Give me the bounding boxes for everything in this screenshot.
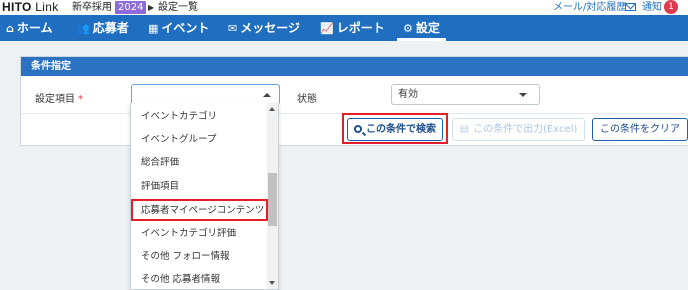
setting-item-dropdown[interactable]: イベントカテゴリ イベントグループ 総合評価 評価項目 応募者マイページコンテン… <box>130 103 279 290</box>
required-mark: * <box>78 94 83 105</box>
export-excel-button[interactable]: ▤ この条件で出力(Excel) <box>452 118 585 141</box>
app-logo[interactable]: HITO Link <box>2 0 59 15</box>
mail-icon[interactable] <box>625 3 636 11</box>
search-button-highlight <box>342 113 448 144</box>
status-select[interactable]: 有効 <box>391 84 540 105</box>
users-icon: 👥 <box>76 22 90 35</box>
nav-applicants[interactable]: 👥 応募者 <box>76 15 129 41</box>
status-label: 状態 <box>297 94 317 105</box>
nav-settings[interactable]: ⚙ 設定 <box>397 15 446 41</box>
nav-messages[interactable]: ✉ メッセージ <box>228 15 300 41</box>
scroll-thumb[interactable] <box>268 173 277 226</box>
scroll-down-icon[interactable] <box>269 281 275 285</box>
chevron-down-icon <box>519 93 527 97</box>
year-badge[interactable]: 2024 <box>115 1 147 14</box>
home-icon: ⌂ <box>6 22 14 35</box>
chart-icon: 📈 <box>320 22 334 35</box>
dropdown-option[interactable]: イベントカテゴリ評価 <box>131 222 268 245</box>
clear-button[interactable]: この条件をクリア <box>592 118 688 141</box>
gear-icon: ⚙ <box>403 22 413 35</box>
envelope-icon: ✉ <box>228 22 238 35</box>
main-nav: ⌂ ホーム 👥 応募者 ▦ イベント ✉ メッセージ 📈 レポート ⚙ 設定 <box>0 15 688 41</box>
breadcrumb-arrow-icon: ▶ <box>148 3 155 12</box>
top-header: HITO Link 新卒採用 2024 ▶ 設定一覧 メール/対応履歴 通知 1 <box>0 0 688 15</box>
scroll-up-icon[interactable] <box>269 107 275 111</box>
calendar-icon: ▦ <box>148 22 159 35</box>
dropdown-option[interactable]: イベントカテゴリ <box>131 105 268 128</box>
notification-badge[interactable]: 1 <box>664 0 678 14</box>
nav-reports[interactable]: 📈 レポート <box>320 15 385 41</box>
chevron-up-icon <box>263 93 271 97</box>
notification-link[interactable]: 通知 <box>642 0 662 15</box>
dropdown-option[interactable]: その他 応募者情報 <box>131 268 268 289</box>
dropdown-option[interactable]: イベントグループ <box>131 128 268 151</box>
dropdown-scrollbar[interactable] <box>267 103 278 289</box>
setting-item-label: 設定項目 * <box>35 94 83 105</box>
breadcrumb: 設定一覧 <box>158 2 198 13</box>
dropdown-option[interactable]: その他 フォロー情報 <box>131 245 268 268</box>
dropdown-option[interactable]: 評価項目 <box>131 175 268 198</box>
excel-icon: ▤ <box>459 124 470 135</box>
nav-home[interactable]: ⌂ ホーム <box>6 15 53 41</box>
option-highlight <box>131 199 268 221</box>
dropdown-option[interactable]: 総合評価 <box>131 151 268 174</box>
panel-title: 条件指定 <box>21 57 688 76</box>
recruit-type: 新卒採用 <box>72 2 112 13</box>
nav-events[interactable]: ▦ イベント <box>148 15 209 41</box>
setting-item-select[interactable] <box>131 84 280 105</box>
mail-history-link[interactable]: メール/対応履歴 <box>553 0 626 15</box>
